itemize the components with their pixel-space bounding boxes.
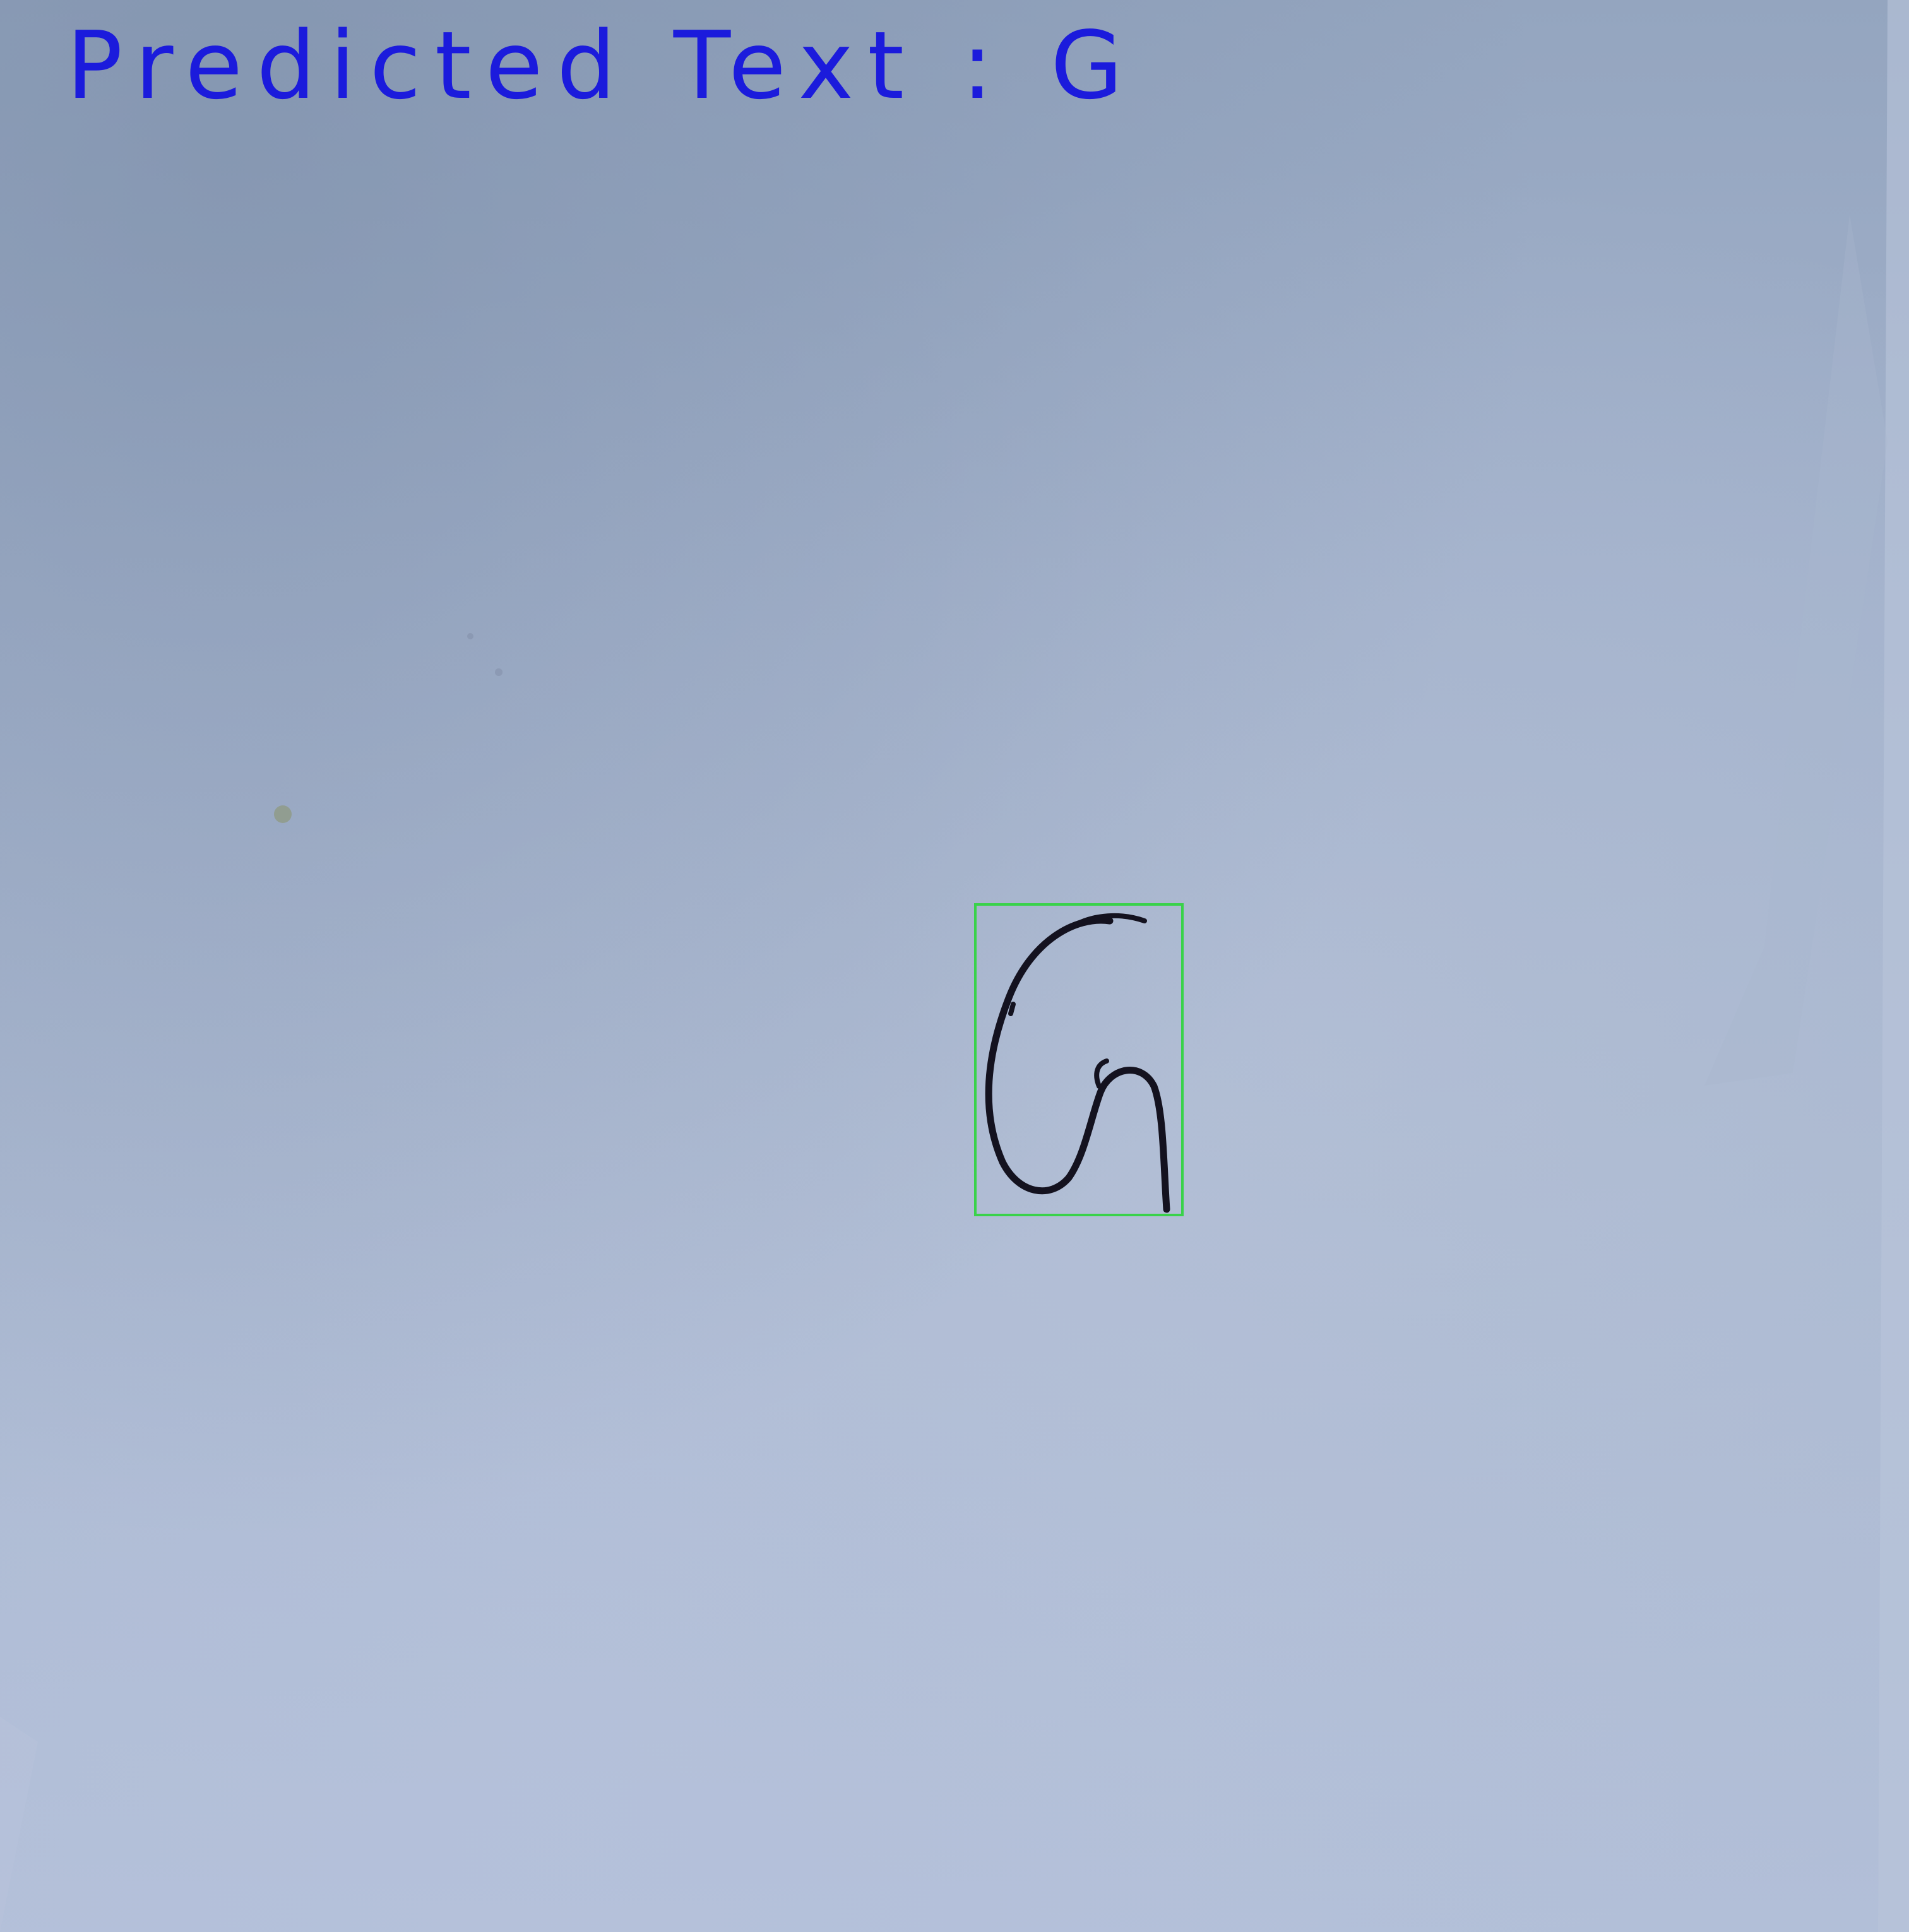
photo-scene: Predicted Text : G bbox=[0, 0, 1909, 1932]
predicted-text-label: Predicted Text : G bbox=[66, 11, 1137, 120]
handwritten-g-glyph bbox=[985, 913, 1170, 1213]
paper-fold-shading bbox=[0, 0, 1909, 1932]
